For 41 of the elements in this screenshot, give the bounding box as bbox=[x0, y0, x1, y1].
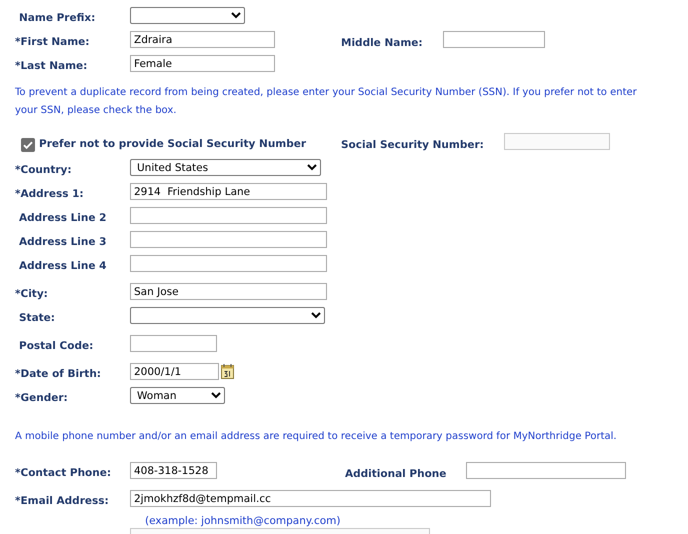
field-label: *Email Address: bbox=[14, 494, 110, 509]
field-label: Postal Code: bbox=[18, 339, 94, 354]
field-label: *Date of Birth: bbox=[14, 367, 102, 382]
input-field[interactable]: San Jose bbox=[130, 283, 327, 300]
checkbox[interactable] bbox=[21, 138, 35, 152]
input-field[interactable]: Female bbox=[130, 55, 275, 72]
field-label: Address Line 2 bbox=[18, 211, 108, 226]
field-label: Address Line 3 bbox=[18, 235, 108, 250]
input-field[interactable]: 408-318-1528 bbox=[130, 462, 217, 479]
input-field[interactable] bbox=[130, 207, 327, 224]
field-label: *City: bbox=[14, 287, 49, 302]
input-field[interactable] bbox=[130, 231, 327, 248]
calendar-icon[interactable] bbox=[221, 364, 234, 379]
input-field[interactable] bbox=[442, 31, 545, 48]
info-text: To prevent a duplicate record from being created, please enter your Social Security Number (SSN). If you prefer not to enter your SSN, please check the box. bbox=[14, 86, 638, 118]
field-label: *Last Name: bbox=[14, 59, 88, 74]
input-field[interactable]: Zdraira bbox=[130, 31, 275, 48]
dropdown[interactable]: Woman bbox=[130, 387, 225, 404]
input-field[interactable] bbox=[466, 462, 626, 479]
field-label: *First Name: bbox=[14, 35, 90, 50]
input-field[interactable]: 2000/1/1 bbox=[130, 363, 219, 380]
field-label: *Address 1: bbox=[14, 187, 85, 202]
dropdown[interactable] bbox=[130, 307, 325, 324]
field-label: *Country: bbox=[14, 163, 73, 178]
input-field[interactable]: 2jmokhzf8d@tempmail.cc bbox=[130, 490, 491, 507]
field-label: Middle Name: bbox=[341, 36, 423, 51]
input-field[interactable]: 2914 Friendship Lane bbox=[130, 183, 327, 200]
field-label: *Contact Phone: bbox=[14, 466, 112, 481]
dropdown[interactable]: United States bbox=[130, 159, 321, 176]
field-label: Social Security Number: bbox=[341, 138, 484, 153]
example-text: (example: johnsmith@company.com) bbox=[145, 515, 340, 527]
field-label: *Gender: bbox=[14, 391, 69, 406]
checkbox-label: Prefer not to provide Social Security Number bbox=[39, 137, 306, 152]
input-field[interactable] bbox=[130, 255, 327, 272]
dropdown[interactable] bbox=[130, 7, 245, 24]
input-field[interactable] bbox=[130, 335, 217, 352]
field-label: Additional Phone bbox=[345, 467, 446, 482]
field-label: Name Prefix: bbox=[18, 11, 96, 26]
field-label: State: bbox=[18, 311, 56, 326]
info-text: A mobile phone number and/or an email address are required to receive a temporary password for MyNorthridge Portal. bbox=[14, 430, 618, 444]
field-label: Address Line 4 bbox=[18, 259, 108, 274]
